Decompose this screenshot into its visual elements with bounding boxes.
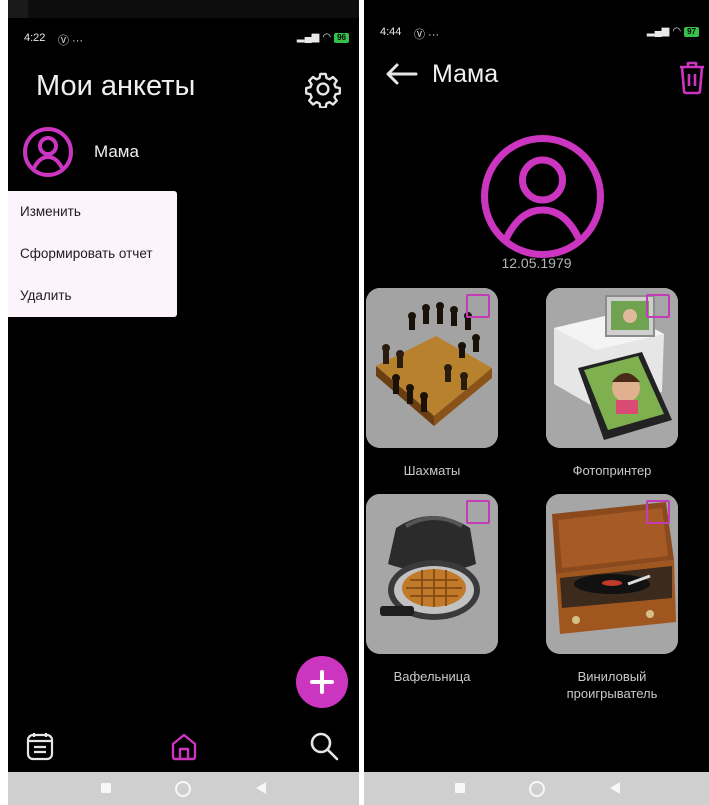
item-label: Вафельница: [393, 669, 471, 684]
page-title: Мама: [432, 60, 499, 88]
item-label: Шахматы: [403, 463, 461, 478]
profiles-screen: 4:22 Ⓥ ··· ▂▄▆ ◠ 96 Мои анкеты Мама Изме…: [8, 0, 359, 805]
item-card-vinyl-player[interactable]: [546, 494, 678, 654]
item-card-waffle-maker[interactable]: [366, 494, 498, 654]
top-strip: [8, 0, 359, 18]
signal-icon: ▂▄▆: [646, 26, 670, 37]
profile-name: Мама: [94, 142, 139, 161]
person-circle-icon: [23, 127, 73, 177]
plus-icon: [310, 670, 334, 694]
add-profile-button[interactable]: [296, 656, 348, 708]
wifi-icon: ◠: [322, 32, 332, 43]
gear-icon[interactable]: [304, 70, 342, 108]
item-checkbox[interactable]: [466, 500, 490, 524]
menu-item-delete[interactable]: Удалить: [8, 275, 177, 317]
context-menu: Изменить Сформировать отчет Удалить: [8, 191, 177, 317]
person-circle-icon: [481, 135, 604, 258]
square-button-icon[interactable]: [98, 780, 114, 796]
back-triangle-icon[interactable]: [254, 780, 268, 796]
trash-icon[interactable]: [677, 59, 707, 95]
menu-item-report[interactable]: Сформировать отчет: [8, 233, 177, 275]
item-card-photo-printer[interactable]: [546, 288, 678, 448]
battery-icon: 96: [334, 32, 349, 43]
page-title: Мои анкеты: [36, 70, 196, 102]
status-extra: Ⓥ ···: [58, 35, 84, 47]
status-time: 4:22: [24, 32, 46, 44]
item-card-chess[interactable]: [366, 288, 498, 448]
circle-button-icon[interactable]: [528, 780, 546, 798]
status-time: 4:44: [380, 26, 402, 38]
square-button-icon[interactable]: [452, 780, 468, 796]
system-nav-bar: [8, 772, 359, 805]
menu-item-edit[interactable]: Изменить: [8, 191, 177, 233]
battery-icon: 97: [684, 26, 699, 37]
status-extra: Ⓥ ···: [414, 29, 440, 41]
item-label: Виниловый проигрыватель: [566, 669, 658, 701]
back-triangle-icon[interactable]: [608, 780, 622, 796]
status-icons: ▂▄▆ ◠ 96: [297, 32, 349, 43]
status-icons: ▂▄▆ ◠ 97: [647, 26, 699, 37]
status-bar: 4:22 Ⓥ ··· ▂▄▆ ◠ 96: [8, 26, 359, 50]
profile-detail-screen: 4:44 Ⓥ ··· ▂▄▆ ◠ 97 Мама 12.05.1979 Шахм…: [364, 0, 709, 805]
arrow-left-icon[interactable]: [384, 62, 418, 86]
item-checkbox[interactable]: [466, 294, 490, 318]
list-icon[interactable]: [24, 730, 56, 762]
profile-list-item[interactable]: Мама: [22, 126, 139, 178]
circle-button-icon[interactable]: [174, 780, 192, 798]
wifi-icon: ◠: [672, 26, 682, 37]
item-checkbox[interactable]: [646, 294, 670, 318]
system-nav-bar: [364, 772, 709, 805]
item-checkbox[interactable]: [646, 500, 670, 524]
home-icon[interactable]: [168, 730, 200, 762]
birth-date: 12.05.1979: [501, 255, 572, 271]
signal-icon: ▂▄▆: [296, 32, 320, 43]
search-icon[interactable]: [308, 730, 340, 762]
status-bar: 4:44 Ⓥ ··· ▂▄▆ ◠ 97: [364, 20, 709, 44]
bottom-nav: [8, 718, 359, 772]
item-label: Фотопринтер: [572, 463, 652, 478]
